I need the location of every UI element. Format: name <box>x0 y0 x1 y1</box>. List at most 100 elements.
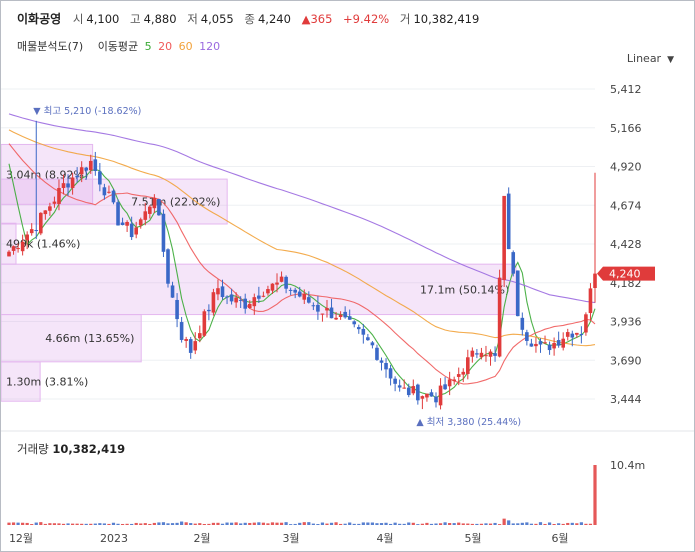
volume-bar <box>339 523 343 525</box>
candle-body <box>493 353 497 356</box>
candle-body <box>497 277 502 357</box>
volume-bar <box>84 523 88 525</box>
candle-body <box>197 333 202 339</box>
candle-body <box>138 219 143 226</box>
candle-body <box>75 175 79 178</box>
volume-bar <box>425 522 429 525</box>
candle-body <box>170 285 175 298</box>
candle-body <box>484 355 488 357</box>
volume-bar <box>39 522 43 525</box>
volume-bar <box>207 523 211 525</box>
candle-body <box>343 311 347 318</box>
volume-bar <box>302 522 306 525</box>
volume-bar <box>579 522 583 525</box>
candle-body <box>588 288 593 314</box>
volume-bar <box>111 522 116 525</box>
candle-body <box>120 222 125 226</box>
price-chart[interactable]: 5,4125,1664,9204,6744,4284,1823,9363,690… <box>1 1 694 551</box>
volume-bar <box>66 523 70 525</box>
volume-bar <box>143 523 147 525</box>
volume-bar <box>21 522 25 525</box>
candle-body <box>393 378 397 384</box>
y-tick-label: 5,412 <box>610 83 642 96</box>
volume-bar <box>75 523 79 525</box>
candle-body <box>184 339 188 341</box>
candle-body <box>529 343 534 347</box>
candle-body <box>84 167 89 171</box>
candle-body <box>452 379 456 382</box>
volume-bar <box>443 522 447 525</box>
y-tick-label: 3,690 <box>610 354 642 367</box>
candle-body <box>406 387 411 396</box>
volume-bar <box>234 522 238 525</box>
volume-bar <box>166 523 170 525</box>
candle-body <box>216 288 220 295</box>
volume-bar <box>25 522 29 525</box>
volume-bar <box>570 522 574 525</box>
volume-bar <box>270 522 275 525</box>
volume-bar <box>275 522 279 525</box>
candle-body <box>225 296 229 298</box>
volume-bar <box>80 523 84 525</box>
candle-body <box>179 322 184 340</box>
volume-bar <box>52 523 57 525</box>
volume-bar <box>461 523 465 525</box>
volume-bar <box>516 523 520 525</box>
volume-bar <box>507 520 511 525</box>
volume-bar <box>452 523 456 525</box>
candle-body <box>388 368 393 379</box>
candle-body <box>166 249 170 284</box>
volume-bar <box>475 523 479 525</box>
volume-bar <box>575 523 579 525</box>
candle-body <box>475 353 479 355</box>
volume-bar <box>416 524 420 525</box>
volume-bar <box>457 522 461 525</box>
candle-body <box>525 332 529 341</box>
volume-bar <box>261 522 265 525</box>
candle-body <box>515 270 520 317</box>
candle-body <box>447 379 452 387</box>
candle-body <box>556 340 561 346</box>
volume-bar <box>552 523 556 525</box>
volume-bar <box>466 523 470 525</box>
candle-body <box>416 384 420 401</box>
candle-body <box>361 328 366 335</box>
last-price-label: 4,240 <box>609 268 641 281</box>
candle-body <box>302 294 307 300</box>
x-tick-label: 5월 <box>464 532 481 545</box>
candle-body <box>552 343 556 349</box>
volume-bar <box>470 523 474 525</box>
volume-bar <box>7 522 11 525</box>
candle-body <box>11 246 16 251</box>
candle-body <box>229 294 234 302</box>
volume-bar <box>511 523 515 525</box>
volume-bar <box>34 522 38 525</box>
volume-axis-label: 10.4m <box>610 459 645 472</box>
volume-bar <box>57 523 61 525</box>
candle-body <box>520 317 525 330</box>
volume-bar <box>420 523 424 525</box>
volume-bar <box>593 465 597 525</box>
volume-bar <box>438 523 443 525</box>
x-tick-label: 3월 <box>282 532 299 545</box>
candle-body <box>152 197 157 209</box>
volume-bar <box>498 524 502 525</box>
y-tick-label: 4,674 <box>610 199 642 212</box>
candle-body <box>129 223 134 238</box>
volume-bar <box>434 523 438 525</box>
candle-body <box>379 360 384 363</box>
volume-bar <box>220 523 225 525</box>
candle-body <box>438 385 443 406</box>
candle-body <box>511 252 516 274</box>
volume-profile-label: 4.66m (13.65%) <box>45 332 134 345</box>
volume-bar <box>157 522 161 525</box>
candle-body <box>293 289 297 293</box>
candle-body <box>93 159 98 172</box>
volume-bar <box>320 522 325 525</box>
volume-bar <box>316 524 320 525</box>
candle-body <box>220 286 225 298</box>
volume-bar <box>30 524 34 525</box>
candle-body <box>48 206 52 211</box>
volume-bar <box>566 522 570 525</box>
volume-bar <box>375 523 379 525</box>
